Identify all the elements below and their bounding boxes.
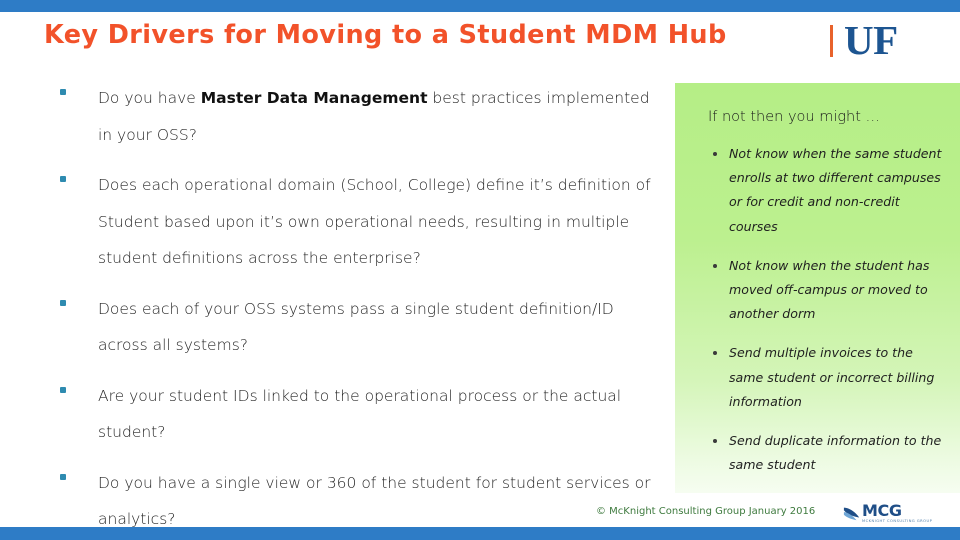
bullet-icon bbox=[60, 89, 66, 95]
slide-canvas: Key Drivers for Moving to a Student MDM … bbox=[0, 0, 960, 540]
bottom-accent-bar bbox=[0, 527, 960, 540]
bullet-icon bbox=[60, 176, 66, 182]
consequence-text: Not know when the same student enrolls a… bbox=[729, 146, 942, 234]
questions-list: Do you have Master Data Management best … bbox=[44, 80, 652, 540]
uf-logo: UF bbox=[830, 18, 898, 62]
question-text: Does each operational domain (School, Co… bbox=[98, 176, 651, 267]
copyright-notice: © McKnight Consulting Group January 2016 bbox=[596, 506, 816, 517]
bullet-icon bbox=[60, 386, 66, 393]
list-item: Does each of your OSS systems pass a sin… bbox=[44, 291, 652, 364]
uf-divider-icon bbox=[830, 25, 833, 57]
consequences-panel: If not then you might … Not know when th… bbox=[675, 83, 960, 493]
consequence-text: Send duplicate information to the same s… bbox=[729, 433, 942, 473]
list-item: Not know when the same student enrolls a… bbox=[703, 142, 951, 239]
list-item: Are your student IDs linked to the opera… bbox=[44, 378, 652, 451]
consequences-list: Not know when the same student enrolls a… bbox=[703, 142, 951, 492]
consequence-text: Not know when the student has moved off-… bbox=[729, 257, 930, 322]
mcg-logo: MCG MCKNIGHT CONSULTING GROUP bbox=[843, 500, 932, 526]
top-accent-bar bbox=[0, 0, 960, 12]
list-item: Send multiple invoices to the same stude… bbox=[703, 341, 951, 414]
list-item: Not know when the student has moved off-… bbox=[703, 254, 951, 327]
bullet-icon bbox=[713, 152, 717, 156]
swoosh-icon bbox=[843, 507, 860, 521]
mcg-name: MCG bbox=[862, 500, 902, 520]
mcg-tagline: MCKNIGHT CONSULTING GROUP bbox=[862, 518, 933, 523]
bullet-icon bbox=[60, 299, 66, 306]
bullet-icon bbox=[713, 351, 717, 356]
consequence-text: Send multiple invoices to the same stude… bbox=[729, 345, 935, 409]
list-item: Send duplicate information to the same s… bbox=[703, 429, 951, 477]
question-lead: Do you have bbox=[98, 89, 201, 107]
question-text: Are your student IDs linked to the opera… bbox=[98, 386, 622, 442]
question-text: Does each of your OSS systems pass a sin… bbox=[98, 299, 614, 355]
question-emphasis: Master Data Management bbox=[200, 89, 428, 107]
uf-wordmark: UF bbox=[844, 16, 898, 63]
page-title: Key Drivers for Moving to a Student MDM … bbox=[44, 20, 727, 50]
bullet-icon bbox=[713, 439, 717, 444]
list-item: Do you have Master Data Management best … bbox=[44, 80, 652, 153]
list-item: Does each operational domain (School, Co… bbox=[44, 167, 652, 277]
question-text: Do you have Master Data Management best … bbox=[98, 80, 652, 153]
bullet-icon bbox=[713, 263, 717, 268]
consequences-heading: If not then you might … bbox=[708, 109, 881, 125]
mcg-wordmark: MCG MCKNIGHT CONSULTING GROUP bbox=[862, 500, 933, 524]
bullet-icon bbox=[60, 473, 66, 480]
